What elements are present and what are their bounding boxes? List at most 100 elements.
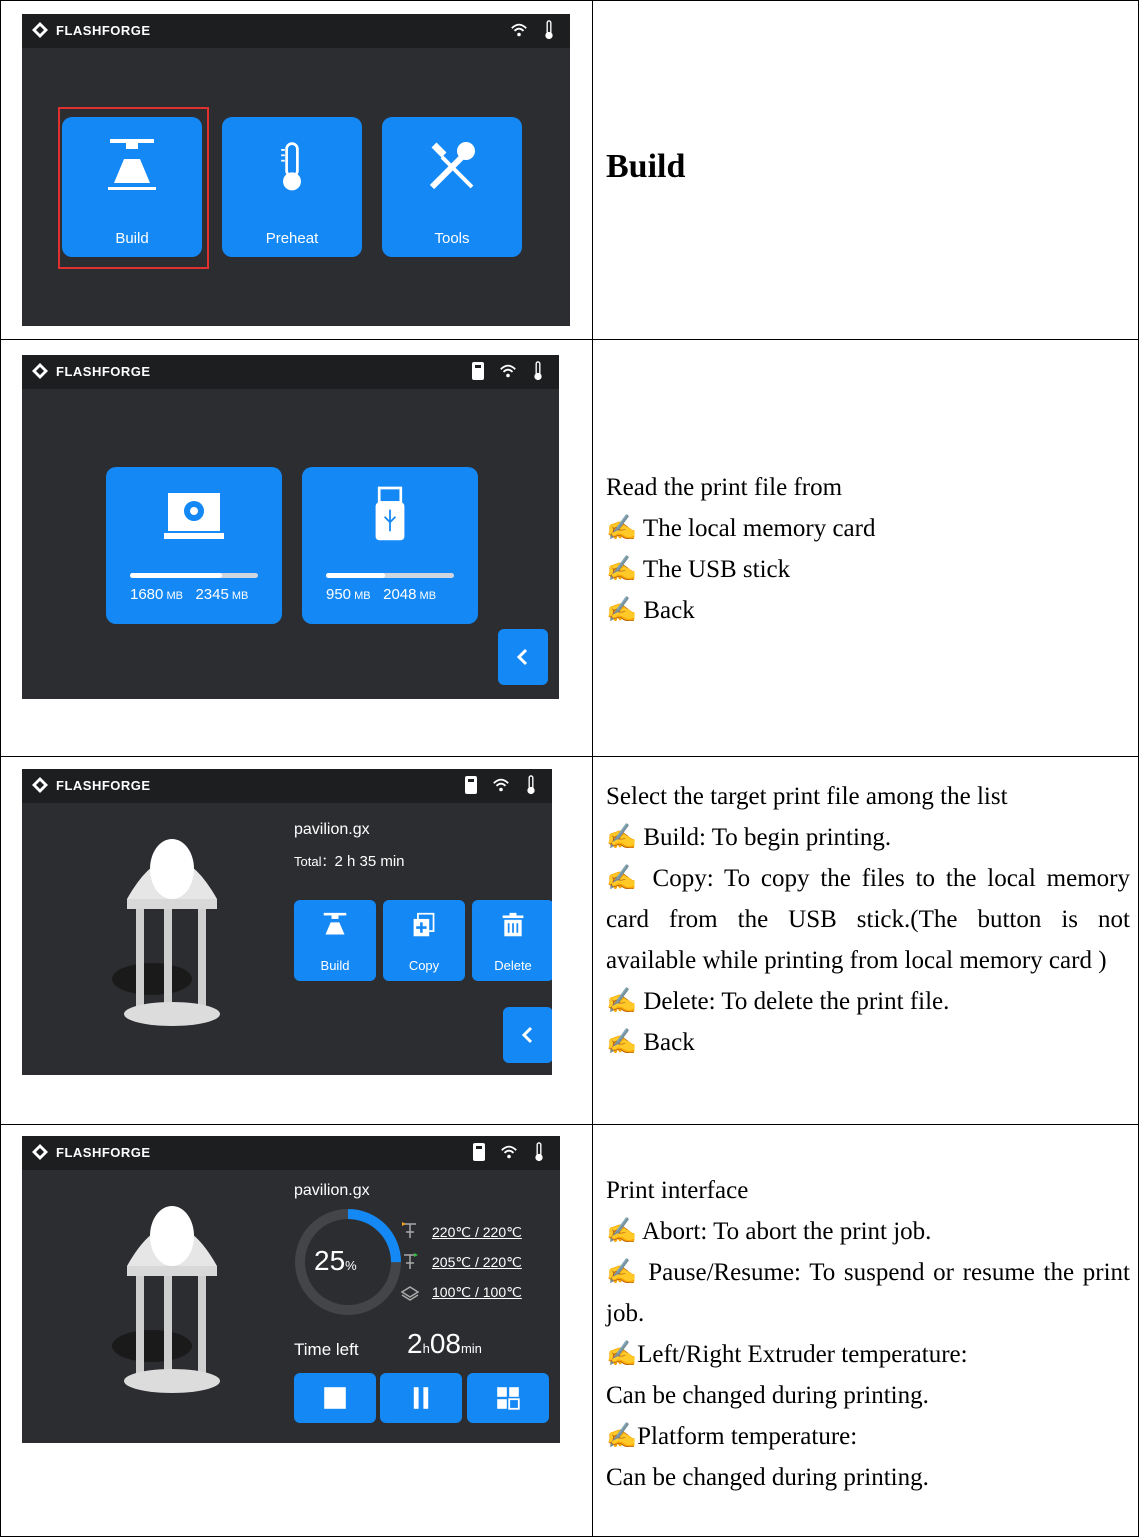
logo-diamond-icon — [32, 363, 48, 379]
build-button-label: Build — [320, 958, 350, 973]
file-name: pavilion.gx — [294, 821, 370, 838]
print-description: Print interface ✍ Abort: To abort the pr… — [606, 1170, 1130, 1498]
desc-line: Read the print file from — [606, 474, 843, 501]
table-border-left — [0, 0, 1, 1537]
right-extruder-temp[interactable]: 205℃ / 220℃ — [432, 1254, 522, 1271]
model-preview-image — [112, 1206, 220, 1393]
storage-select-screen: FLASHFORGE 1680 MB 2345 MB 950 MB 2048 M… — [22, 355, 559, 699]
desc-line: Print interface — [606, 1177, 749, 1204]
grid-menu-icon — [497, 1387, 520, 1410]
left-extruder-temp[interactable]: 220℃ / 220℃ — [432, 1224, 522, 1241]
copy-button-label: Copy — [408, 958, 440, 973]
desc-line: Select the target print file among the l… — [606, 783, 1008, 810]
brand-text: FLASHFORGE — [56, 777, 151, 793]
build-tile[interactable]: Build — [62, 117, 202, 257]
desc-line: Can be changed during printing. — [606, 1464, 929, 1491]
wifi-icon — [511, 23, 527, 37]
desc-line: ✍ Back — [606, 597, 695, 624]
print-screen: FLASHFORGE pavilion.gx 25% 220℃ / 220℃ 2… — [22, 1136, 560, 1443]
file-name: pavilion.gx — [294, 1182, 370, 1199]
desc-line: ✍ Delete: To delete the print file. — [606, 988, 950, 1015]
local-memory-tile[interactable]: 1680 MB 2345 MB — [106, 467, 282, 624]
wrench-screwdriver-icon — [429, 142, 475, 190]
preheat-tile-label: Preheat — [265, 230, 319, 247]
row-divider — [0, 756, 1139, 757]
build-button[interactable]: Build — [294, 900, 376, 981]
abort-button[interactable] — [294, 1373, 376, 1423]
thermometer-icon — [545, 20, 553, 40]
hard-drive-icon — [164, 493, 224, 539]
left-extruder-icon — [402, 1222, 416, 1238]
desc-line: ✍ Copy: To copy the files to the local m… — [606, 865, 1130, 974]
chevron-left-icon — [521, 1026, 533, 1044]
top-bar: FLASHFORGE — [22, 14, 570, 48]
preheat-tile[interactable]: Preheat — [222, 117, 362, 257]
tools-tile[interactable]: Tools — [382, 117, 522, 257]
pause-button[interactable] — [380, 1373, 462, 1423]
platform-icon — [400, 1286, 420, 1301]
file-detail-description: Select the target print file among the l… — [606, 776, 1130, 1063]
thermometer-icon — [527, 775, 535, 795]
wifi-icon — [501, 1145, 517, 1159]
brand-text: FLASHFORGE — [56, 1144, 151, 1160]
copy-icon — [413, 912, 435, 937]
total-time: Total：2 h 35 min — [294, 853, 405, 870]
desc-line: Can be changed during printing. — [606, 1382, 929, 1409]
desc-line: ✍ Build: To begin printing. — [606, 824, 892, 851]
logo-diamond-icon — [32, 22, 48, 38]
back-button[interactable] — [503, 1007, 552, 1063]
build-tile-label: Build — [115, 230, 149, 247]
logo-diamond-icon — [32, 777, 48, 793]
table-border-top — [0, 0, 1139, 1]
usb-status-icon — [472, 362, 484, 380]
top-bar: FLASHFORGE — [22, 355, 559, 389]
section-heading: Build — [606, 148, 686, 185]
usb-stick-icon — [375, 486, 405, 541]
time-left-value: 2h08min — [407, 1328, 482, 1359]
desc-line: ✍ The local memory card — [606, 515, 876, 542]
usb-stick-tile[interactable]: 950 MB 2048 MB — [302, 467, 478, 624]
progress-value: 25% — [314, 1245, 357, 1276]
stop-icon — [324, 1387, 346, 1409]
chevron-left-icon — [516, 648, 528, 666]
trash-icon — [502, 912, 524, 937]
delete-button[interactable]: Delete — [472, 900, 552, 981]
build-icon — [108, 139, 156, 190]
wifi-icon — [493, 778, 509, 792]
brand-text: FLASHFORGE — [56, 363, 151, 379]
flashforge-logo: FLASHFORGE — [32, 22, 151, 38]
usb-status-icon — [473, 1143, 485, 1161]
storage-description: Read the print file from ✍ The local mem… — [606, 467, 875, 631]
desc-line: ✍ Back — [606, 1029, 695, 1056]
desc-line: ✍ Abort: To abort the print job. — [606, 1218, 932, 1245]
model-preview-image — [112, 839, 220, 1026]
flashforge-logo: FLASHFORGE — [32, 777, 151, 793]
usb-usage-bar — [326, 573, 454, 578]
menu-button[interactable] — [467, 1373, 549, 1423]
row-divider — [0, 1124, 1139, 1125]
home-screen: FLASHFORGE Build Preheat Tools — [22, 14, 570, 326]
thermometer-icon — [281, 142, 301, 191]
pause-icon — [413, 1387, 429, 1409]
delete-button-label: Delete — [494, 958, 532, 973]
right-extruder-icon — [404, 1253, 418, 1269]
platform-temp[interactable]: 100℃ / 100℃ — [432, 1284, 522, 1301]
column-divider — [592, 0, 593, 1537]
desc-line: ✍Left/Right Extruder temperature: — [606, 1341, 968, 1368]
copy-button[interactable]: Copy — [383, 900, 465, 981]
back-button[interactable] — [498, 629, 548, 685]
file-detail-screen: FLASHFORGE pavilion.gx Total：2 h 35 min … — [22, 769, 552, 1075]
build-icon — [323, 912, 347, 935]
usb-usage-text: 950 MB 2048 MB — [326, 586, 437, 603]
time-left-label: Time left — [294, 1340, 359, 1359]
flashforge-logo: FLASHFORGE — [32, 363, 151, 379]
logo-diamond-icon — [32, 1144, 48, 1160]
wifi-icon — [500, 364, 516, 378]
flashforge-logo: FLASHFORGE — [32, 1144, 151, 1160]
thermometer-icon — [535, 1142, 543, 1162]
tools-tile-label: Tools — [434, 230, 470, 247]
desc-line: ✍Platform temperature: — [606, 1423, 858, 1450]
row-divider — [0, 339, 1139, 340]
usb-status-icon — [465, 776, 477, 794]
brand-text: FLASHFORGE — [56, 22, 151, 38]
